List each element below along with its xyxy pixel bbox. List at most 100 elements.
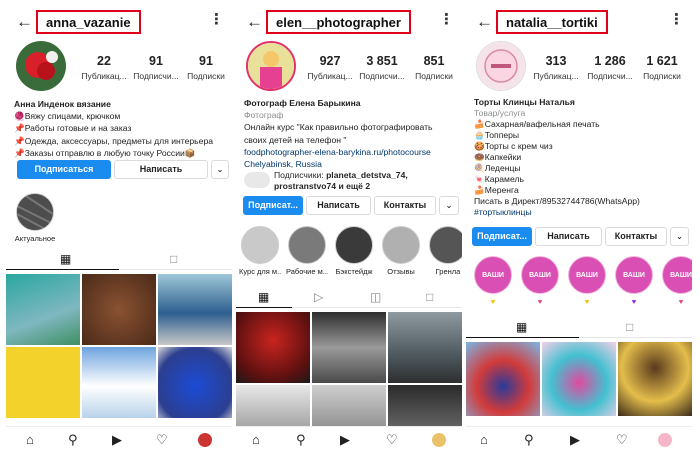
tagged-icon[interactable]: □ <box>170 252 177 266</box>
tagged-icon[interactable]: □ <box>426 290 433 304</box>
search-icon[interactable]: ⚲ <box>68 432 78 448</box>
post-thumbnail[interactable] <box>236 312 310 383</box>
grid-icon[interactable]: ▦ <box>258 290 269 304</box>
bio: Фотограф Елена Барыкина Фотограф Онлайн … <box>244 97 459 170</box>
message-button[interactable]: Написать <box>535 227 602 246</box>
post-thumbnail[interactable] <box>6 347 80 418</box>
arrow-left-icon[interactable]: ← <box>16 12 33 32</box>
bio-line: 🍭Леденцы <box>474 163 521 173</box>
chevron-down-icon[interactable]: ⌄ <box>439 196 459 215</box>
follow-button[interactable]: Подписат... <box>243 196 303 215</box>
bio-line: 🍰Сахарная/вафельная печать <box>474 119 600 129</box>
content-tabs: ▦ □ <box>6 250 232 270</box>
highlight[interactable]: Актуальное <box>14 193 56 243</box>
followers-count[interactable]: 3 851 Подписчи... <box>356 54 408 81</box>
post-thumbnail[interactable] <box>158 347 232 418</box>
reels-icon[interactable]: ▶ <box>112 432 122 448</box>
chevron-down-icon[interactable]: ⌄ <box>211 160 229 179</box>
chevron-down-icon[interactable]: ⌄ <box>670 227 689 246</box>
highlight[interactable]: Курс для м... <box>239 226 281 276</box>
contacts-button[interactable]: Контакты <box>605 227 667 246</box>
reels-icon[interactable]: ▷ <box>314 290 323 304</box>
bottom-nav: ⌂ ⚲ ▶ ♡ <box>236 426 462 452</box>
heart-icon[interactable]: ♡ <box>156 432 168 448</box>
avatar[interactable] <box>198 433 212 447</box>
post-thumbnail[interactable] <box>312 312 386 383</box>
search-icon[interactable]: ⚲ <box>296 432 306 448</box>
arrow-left-icon[interactable]: ← <box>476 12 493 32</box>
tagged-icon[interactable]: □ <box>626 320 633 334</box>
heart-icon[interactable]: ♡ <box>386 432 398 448</box>
following-count[interactable]: 91 Подписки <box>180 54 232 81</box>
more-vertical-icon[interactable]: ⋮ <box>669 10 684 28</box>
post-thumbnail[interactable] <box>6 274 80 345</box>
highlight[interactable]: ВАШИ ♥ <box>566 256 608 306</box>
avatar[interactable] <box>476 41 526 91</box>
search-icon[interactable]: ⚲ <box>524 432 534 448</box>
followers-count[interactable]: 1 286 Подписчи... <box>584 54 636 81</box>
follower-avatars <box>244 172 270 188</box>
heart-icon: ♥ <box>537 297 543 306</box>
bio-name: Фотограф Елена Барыкина <box>244 98 361 108</box>
bio-link[interactable]: foodphotographer-elena-barykina.ru/photo… <box>244 146 459 158</box>
heart-icon[interactable]: ♡ <box>616 432 628 448</box>
bio-hashtag[interactable]: #тортыклинцы <box>474 207 689 218</box>
content-tabs: ▦ ▷ ◫ □ <box>236 288 462 308</box>
highlight[interactable]: Бэкстейдж <box>333 226 375 276</box>
posts-count[interactable]: 22 Публикац... <box>78 54 130 81</box>
highlight[interactable]: Отзывы <box>380 226 422 276</box>
highlight-label: Курс для м... <box>239 267 281 276</box>
message-button[interactable]: Написать <box>306 196 371 215</box>
follow-button[interactable]: Подписат... <box>472 227 532 246</box>
highlight[interactable]: ВАШИ ♥ <box>472 256 514 306</box>
profile-panel-anna: ← anna_vazanie ⋮ 22 Публикац... 91 Подписч… <box>6 0 232 452</box>
profile-header: ← elen__photographer ⋮ <box>236 8 462 36</box>
igtv-icon[interactable]: ◫ <box>370 290 381 304</box>
post-thumbnail[interactable] <box>388 312 462 383</box>
following-count[interactable]: 1 621 Подписки <box>636 54 688 81</box>
highlight[interactable]: Рабочие м... <box>286 226 328 276</box>
message-button[interactable]: Написать <box>114 160 208 179</box>
posts-count[interactable]: 927 Публикац... <box>304 54 356 81</box>
home-icon[interactable]: ⌂ <box>252 432 260 447</box>
bio-line: 📌Работы готовые и на заказ <box>14 123 132 134</box>
avatar[interactable] <box>432 433 446 447</box>
contacts-button[interactable]: Контакты <box>374 196 436 215</box>
highlight[interactable]: ВАШИ ♥ <box>660 256 692 306</box>
profile-panel-elen: ← elen__photographer ⋮ 927 Публикац... 3 … <box>236 0 462 452</box>
post-thumbnail[interactable] <box>82 274 156 345</box>
followed-by-label: Подписчики: <box>274 170 324 180</box>
posts-count[interactable]: 313 Публикац... <box>530 54 582 81</box>
follow-button[interactable]: Подписаться <box>17 160 111 179</box>
post-thumbnail[interactable] <box>158 274 232 345</box>
reels-icon[interactable]: ▶ <box>340 432 350 448</box>
highlight[interactable]: ВАШИ ♥ <box>519 256 561 306</box>
highlight-label: Бэкстейдж <box>335 267 373 276</box>
followed-by[interactable]: Подписчики: planeta_detstva_74, prostran… <box>244 170 459 192</box>
profile-header: ← anna_vazanie ⋮ <box>6 8 232 36</box>
avatar[interactable] <box>658 433 672 447</box>
home-icon[interactable]: ⌂ <box>26 432 34 447</box>
avatar[interactable] <box>16 41 66 91</box>
post-grid <box>6 274 232 418</box>
post-thumbnail[interactable] <box>542 342 616 416</box>
home-icon[interactable]: ⌂ <box>480 432 488 447</box>
username: elen__photographer <box>266 10 411 34</box>
following-count[interactable]: 851 Подписки <box>408 54 460 81</box>
arrow-left-icon[interactable]: ← <box>246 12 263 32</box>
heart-icon: ♥ <box>490 297 496 306</box>
post-thumbnail[interactable] <box>466 342 540 416</box>
reels-icon[interactable]: ▶ <box>570 432 580 448</box>
post-thumbnail[interactable] <box>618 342 692 416</box>
post-thumbnail[interactable] <box>82 347 156 418</box>
grid-icon[interactable]: ▦ <box>516 320 527 334</box>
avatar[interactable] <box>246 41 296 91</box>
grid-icon[interactable]: ▦ <box>60 252 71 266</box>
bio-line: 🍰Меренга <box>474 185 519 195</box>
highlight[interactable]: ВАШИ ♥ <box>613 256 655 306</box>
followers-count[interactable]: 91 Подписчи... <box>130 54 182 81</box>
more-vertical-icon[interactable]: ⋮ <box>439 10 454 28</box>
highlight[interactable]: Гренла <box>427 226 462 276</box>
more-vertical-icon[interactable]: ⋮ <box>209 10 224 28</box>
bio-location[interactable]: Chelyabinsk, Russia <box>244 158 459 170</box>
